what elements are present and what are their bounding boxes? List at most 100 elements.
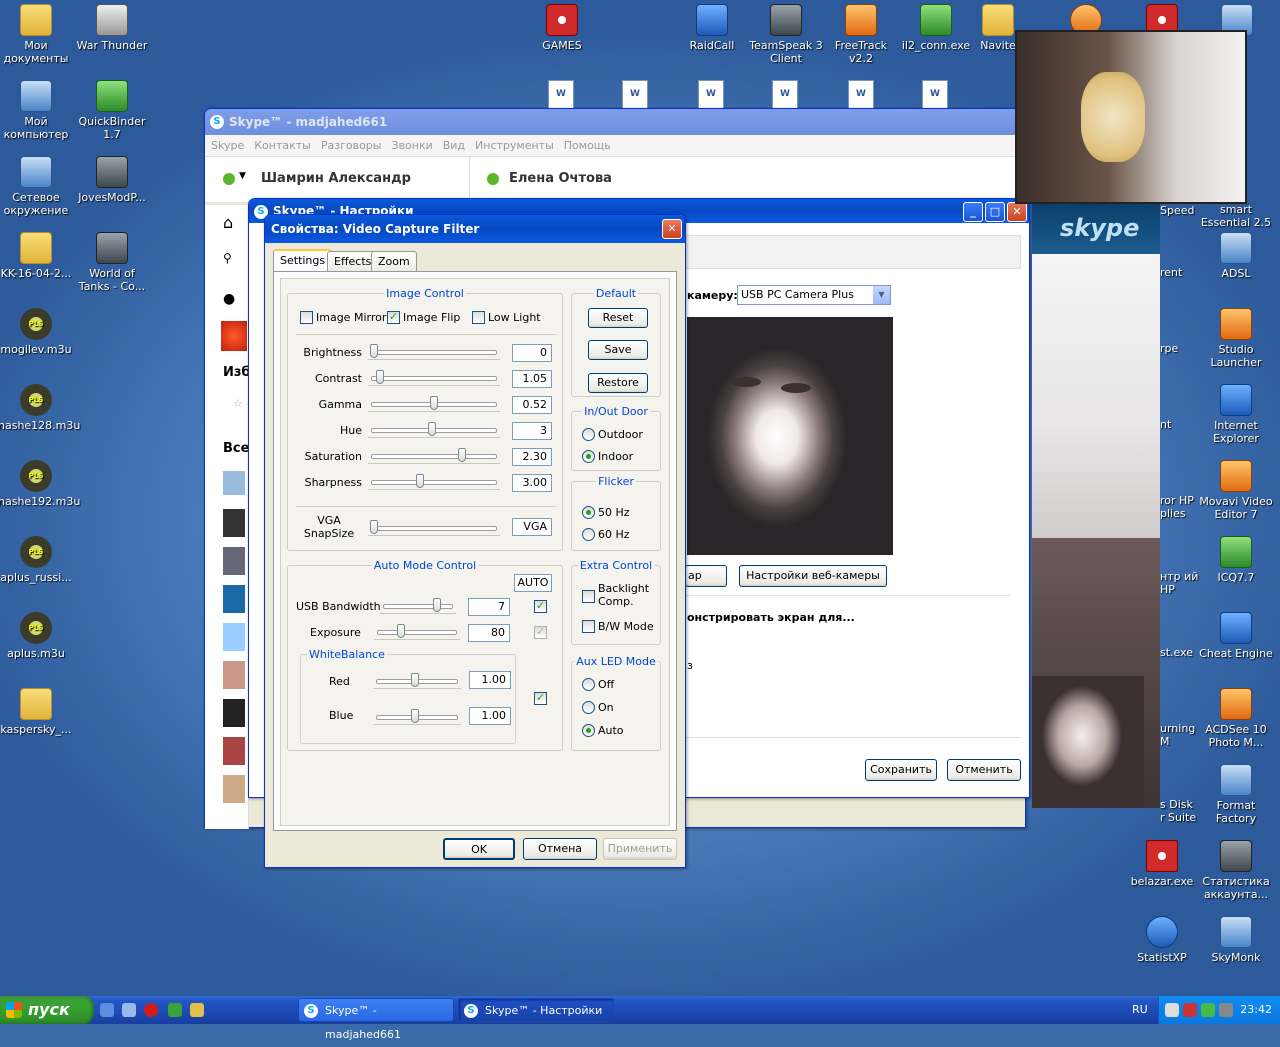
desktop-icon-right-3[interactable]: Internet Explorer — [1198, 384, 1274, 445]
desktop-icon-1[interactable]: Мой компьютер — [0, 80, 74, 141]
partial-button[interactable]: ар — [685, 565, 727, 587]
tray-icon[interactable] — [1201, 1003, 1215, 1017]
dialog-close-button[interactable]: ✕ — [662, 219, 682, 239]
camera-select[interactable]: USB PC Camera Plus ▼ — [737, 285, 891, 305]
slider-thumb[interactable] — [428, 422, 436, 436]
dialog-cancel-button[interactable]: Отмена — [523, 838, 597, 860]
image-flip-checkbox[interactable]: ✓ — [387, 311, 400, 324]
menu-item[interactable]: Инструменты — [475, 139, 554, 152]
clock[interactable]: 23:42 — [1240, 996, 1272, 1024]
maximize-button[interactable]: □ — [985, 202, 1005, 222]
tray-icon[interactable] — [1219, 1003, 1233, 1017]
desktop-icon-right-8[interactable]: Format Factory — [1198, 764, 1274, 825]
tab-zoom[interactable]: Zoom — [371, 251, 417, 271]
desktop-icon-6[interactable]: PLS nashe192.m3u — [0, 460, 80, 508]
local-video-window[interactable] — [1015, 30, 1247, 204]
contact-avatar[interactable] — [223, 547, 245, 575]
tray-icon[interactable] — [1183, 1003, 1197, 1017]
desktop-icon-right-4[interactable]: Movavi Video Editor 7 — [1198, 460, 1274, 521]
exposure-slider[interactable] — [374, 624, 460, 640]
contact-avatar[interactable] — [223, 471, 245, 495]
whitebalance-auto-checkbox[interactable]: ✓ — [534, 692, 547, 705]
blue-slider[interactable] — [373, 709, 461, 725]
60hz-radio[interactable] — [582, 528, 595, 541]
led-off-radio[interactable] — [582, 678, 595, 691]
slider-thumb[interactable] — [370, 520, 378, 534]
slider-thumb[interactable] — [370, 344, 378, 358]
desktop-icon-quickbinder[interactable]: QuickBinder 1.7 — [74, 80, 150, 141]
reset-button[interactable]: Reset — [588, 308, 648, 328]
doc-icon[interactable]: W — [922, 80, 948, 110]
vga-value[interactable]: VGA — [512, 518, 552, 536]
led-on-radio[interactable] — [582, 701, 595, 714]
desktop-icon-4[interactable]: PLS mogilev.m3u — [0, 308, 74, 356]
task-skype-main[interactable]: S Skype™ - madjahed661 — [298, 998, 454, 1041]
slider-contrast[interactable] — [368, 370, 500, 386]
50hz-radio[interactable] — [582, 506, 595, 519]
desktop-icon-right-7[interactable]: ACDSee 10 Photo M... — [1198, 688, 1274, 749]
save-button[interactable]: Сохранить — [865, 759, 937, 781]
slider-value[interactable]: 1.05 — [512, 370, 552, 388]
desktop-icon-jovesmod[interactable]: JovesModP... — [74, 156, 150, 204]
slider-thumb[interactable] — [397, 624, 405, 638]
desktop-icon-war-thunder[interactable]: War Thunder — [74, 4, 150, 52]
start-button[interactable]: пуск — [0, 996, 94, 1024]
contact-avatar[interactable] — [223, 585, 245, 613]
home-icon[interactable]: ⌂ — [223, 213, 233, 232]
indoor-radio[interactable] — [582, 450, 595, 463]
quicklaunch-icon[interactable] — [190, 1003, 204, 1017]
image-mirror-checkbox[interactable] — [300, 311, 313, 324]
desktop-icon-right-6[interactable]: Cheat Engine — [1198, 612, 1274, 660]
desktop-icon-games[interactable]: GAMES — [524, 4, 600, 52]
desktop-icon-5[interactable]: PLS nashe128.m3u — [0, 384, 80, 432]
desktop-icon-7[interactable]: PLS aplus_russi... — [0, 536, 74, 584]
slider-sharpness[interactable] — [368, 474, 500, 490]
contact-avatar[interactable] — [223, 699, 245, 727]
desktop-icon-0[interactable]: Мои документы — [0, 4, 74, 65]
quicklaunch-icon[interactable] — [168, 1003, 182, 1017]
slider-gamma[interactable] — [368, 396, 500, 412]
language-indicator[interactable]: RU — [1132, 1003, 1148, 1016]
exposure-value[interactable]: 80 — [468, 624, 510, 642]
tray-icon[interactable] — [1165, 1003, 1179, 1017]
avatar[interactable] — [221, 321, 247, 351]
slider-thumb[interactable] — [411, 709, 419, 723]
exposure-auto-checkbox[interactable]: ✓ — [534, 626, 547, 639]
menu-item[interactable]: Контакты — [254, 139, 311, 152]
slider-thumb[interactable] — [433, 598, 441, 612]
quicklaunch-icon[interactable] — [100, 1003, 114, 1017]
chevron-down-icon[interactable]: ▼ — [873, 286, 890, 304]
doc-icon[interactable]: W — [548, 80, 574, 110]
contact-name[interactable]: Елена Очтова — [509, 171, 612, 186]
contact-avatar[interactable] — [223, 775, 245, 803]
minimize-button[interactable]: _ — [963, 202, 983, 222]
slider-thumb[interactable] — [416, 474, 425, 488]
dialog-titlebar[interactable]: Свойства: Video Capture Filter ✕ — [265, 215, 685, 243]
blue-value[interactable]: 1.00 — [469, 707, 511, 725]
close-button[interactable]: ✕ — [1007, 202, 1027, 222]
contact-avatar[interactable] — [223, 623, 245, 651]
bw-mode-checkbox[interactable] — [582, 620, 595, 633]
slider-value[interactable]: 3 — [512, 422, 552, 440]
show-desktop-icon[interactable] — [122, 1003, 136, 1017]
desktop-icon-9[interactable]: kaspersky_... — [0, 688, 74, 736]
desktop-icon-3[interactable]: KK-16-04-2... — [0, 232, 74, 280]
desktop-icon-freetrack[interactable]: FreeTrack v2.2 — [823, 4, 899, 65]
contact-avatar[interactable] — [223, 737, 245, 765]
doc-icon[interactable]: W — [698, 80, 724, 110]
slider-saturation[interactable] — [368, 448, 500, 464]
usb-bandwidth-slider[interactable] — [380, 598, 456, 614]
menu-item[interactable]: Разговоры — [321, 139, 382, 152]
restore-button[interactable]: Restore — [588, 373, 648, 393]
star-icon[interactable]: ☆ — [233, 397, 243, 410]
contact-avatar[interactable] — [223, 509, 245, 537]
contact-avatar[interactable] — [223, 661, 245, 689]
slider-thumb[interactable] — [375, 370, 384, 384]
desktop-icon-right-10[interactable]: SkyMonk — [1198, 916, 1274, 964]
red-value[interactable]: 1.00 — [469, 671, 511, 689]
webcam-settings-button[interactable]: Настройки веб-камеры — [739, 565, 887, 587]
outdoor-radio[interactable] — [582, 428, 595, 441]
menu-item[interactable]: Звонки — [391, 139, 432, 152]
desktop-icon-statistxp[interactable]: StatistXP — [1124, 916, 1200, 964]
doc-icon[interactable]: W — [772, 80, 798, 110]
